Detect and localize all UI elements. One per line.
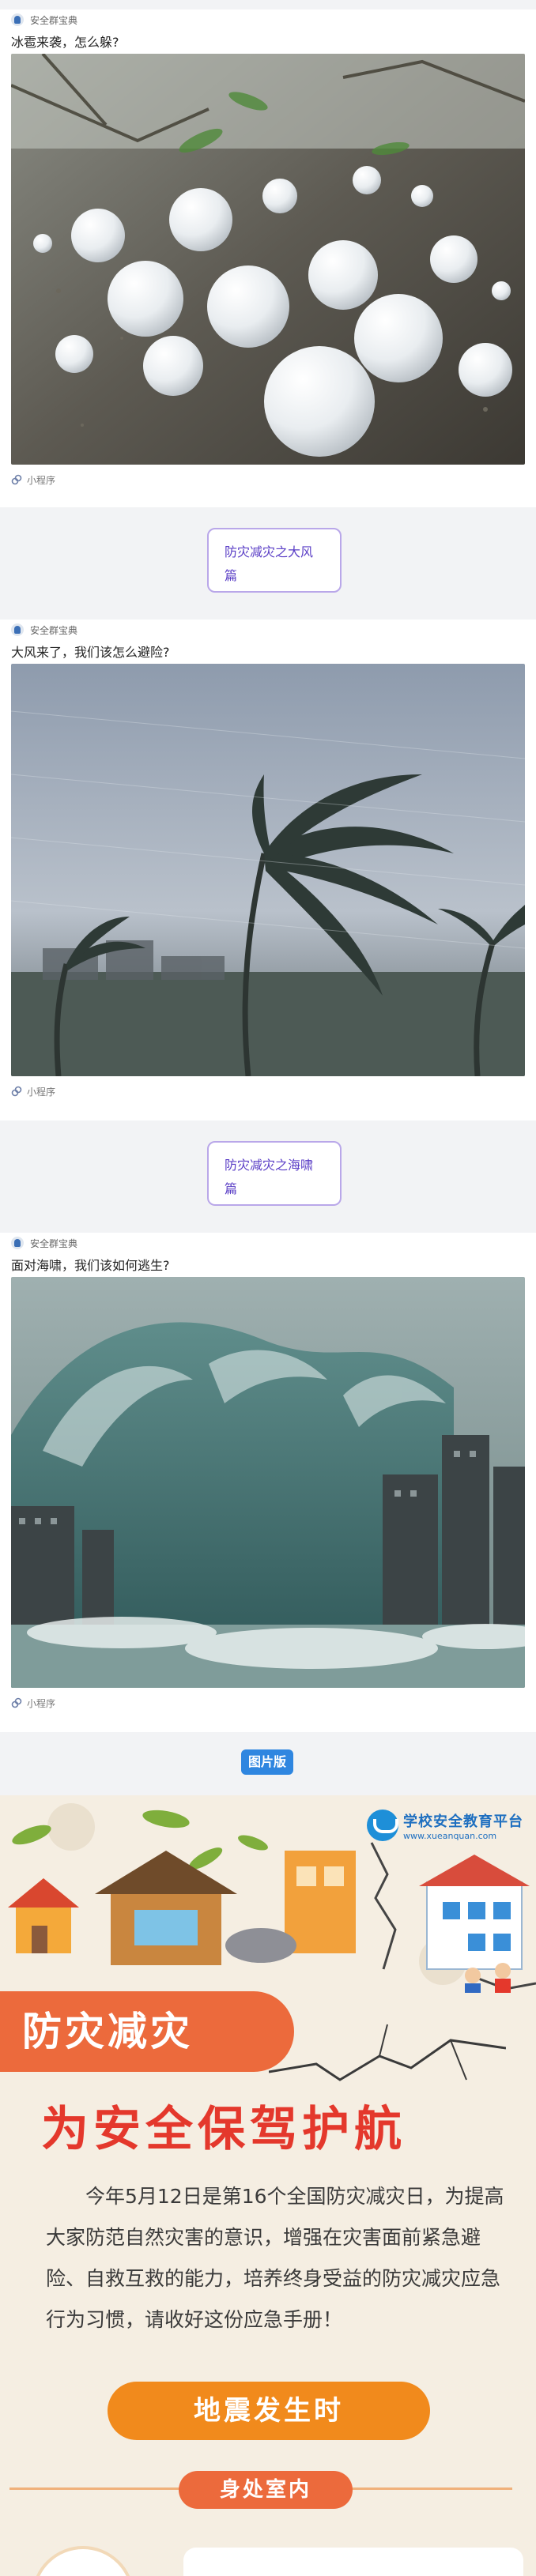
card-source-name: 安全群宝典 bbox=[30, 1237, 78, 1249]
platform-logo-block: 学校安全教育平台 www.xueanquan.com bbox=[367, 1810, 523, 1841]
mini-program-icon bbox=[11, 1086, 22, 1097]
platform-name: 学校安全教育平台 bbox=[403, 1813, 523, 1830]
ground-crack-decoration bbox=[269, 2024, 506, 2081]
poster-intro-text: 今年5月12日是第16个全国防灾减灾日，为提高大家防范自然灾害的意识，增强在灾害… bbox=[46, 2185, 504, 2331]
card-source-name: 安全群宝典 bbox=[30, 624, 78, 636]
tip-text-box bbox=[183, 2548, 523, 2576]
card-footer: 小程序 bbox=[0, 465, 536, 495]
card-title: 大风来了，我们该怎么避险? bbox=[11, 645, 170, 660]
source-avatar-icon bbox=[11, 623, 24, 636]
card-source-name: 安全群宝典 bbox=[30, 14, 78, 26]
card-image-hail[interactable] bbox=[11, 54, 525, 465]
mini-program-icon bbox=[11, 1697, 22, 1708]
storm-palm-photo bbox=[11, 664, 525, 1076]
card-title: 冰雹来袭，怎么躲? bbox=[11, 35, 119, 50]
disaster-prevention-poster: 学校安全教育平台 www.xueanquan.com 防灾减灾 为安全保驾护航 … bbox=[0, 1795, 536, 2576]
section-heading-earthquake: 地震发生时 bbox=[108, 2382, 430, 2440]
section-tag-wind: 防灾减灾之大风篇 bbox=[207, 528, 342, 593]
card-header: 安全群宝典 bbox=[0, 9, 536, 30]
education-platform-logo-icon bbox=[367, 1810, 398, 1841]
subsection-heading-indoor: 身处室内 bbox=[179, 2471, 353, 2509]
mini-program-card-wind[interactable]: 安全群宝典 大风来了，我们该怎么避险? 小程序 bbox=[0, 620, 536, 1120]
hail-photo bbox=[11, 54, 525, 465]
card-footer: 小程序 bbox=[0, 1076, 536, 1106]
section-tag-tsunami: 防灾减灾之海啸篇 bbox=[207, 1141, 342, 1206]
card-footer-label: 小程序 bbox=[27, 474, 56, 486]
mini-program-card-hail[interactable]: 安全群宝典 冰雹来袭，怎么躲? 小程序 bbox=[0, 9, 536, 507]
card-header: 安全群宝典 bbox=[0, 1233, 536, 1253]
card-header: 安全群宝典 bbox=[0, 620, 536, 640]
picture-version-label: 图片版 bbox=[241, 1749, 293, 1775]
card-image-tsunami[interactable] bbox=[11, 1277, 525, 1688]
tsunami-photo bbox=[11, 1277, 525, 1688]
card-title: 面对海啸，我们该如何逃生? bbox=[11, 1258, 170, 1273]
illustration-circle bbox=[32, 2546, 134, 2576]
mini-program-icon bbox=[11, 474, 22, 485]
card-image-wind[interactable] bbox=[11, 664, 525, 1076]
mini-program-card-tsunami[interactable]: 安全群宝典 面对海啸，我们该如何逃生? 小程序 bbox=[0, 1233, 536, 1732]
card-footer-label: 小程序 bbox=[27, 1086, 56, 1098]
card-footer: 小程序 bbox=[0, 1688, 536, 1718]
poster-banner: 防灾减灾 bbox=[0, 1991, 294, 2072]
poster-headline: 为安全保驾护航 bbox=[41, 2102, 406, 2157]
platform-url: www.xueanquan.com bbox=[403, 1830, 497, 1841]
source-avatar-icon bbox=[11, 13, 24, 26]
card-footer-label: 小程序 bbox=[27, 1697, 56, 1709]
source-avatar-icon bbox=[11, 1237, 24, 1249]
page: 安全群宝典 冰雹来袭，怎么躲? 小程序 防灾减灾之大风篇 安全群宝典 大风来了，… bbox=[0, 0, 536, 2576]
